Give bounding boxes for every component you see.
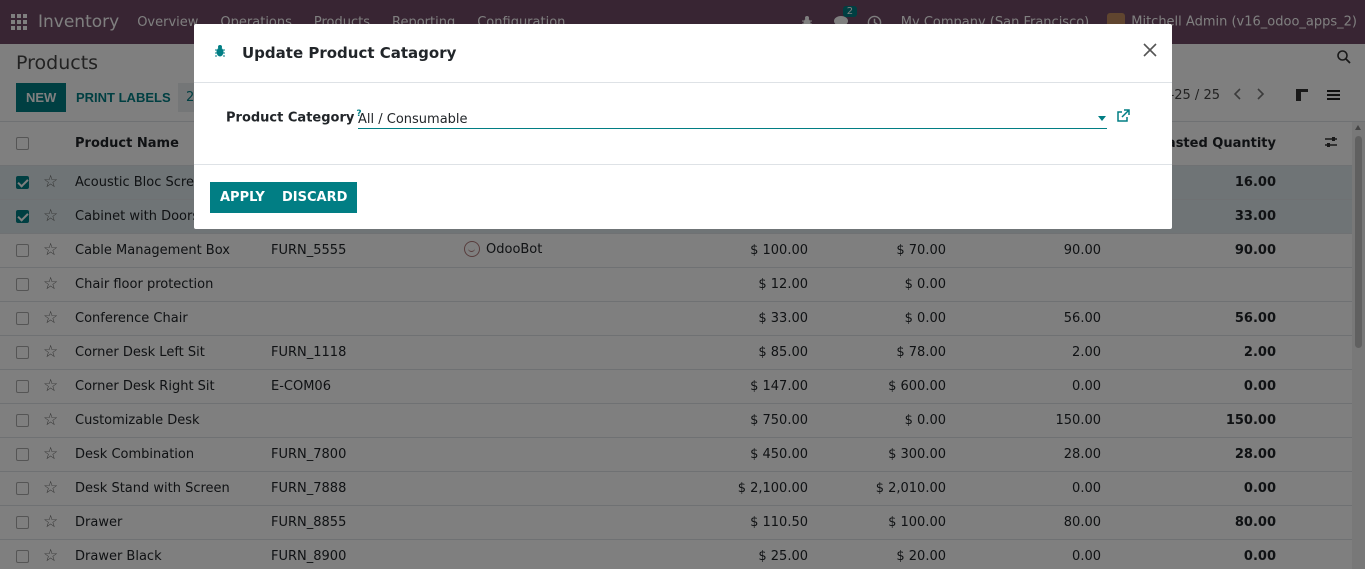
dropdown-caret-icon[interactable]: [1098, 116, 1106, 121]
bug-icon: [214, 44, 226, 62]
discard-button[interactable]: DISCARD: [272, 182, 358, 213]
dialog-body: Product Category?: [194, 83, 1172, 165]
product-category-label: Product Category?: [226, 109, 362, 125]
update-category-dialog: Update Product Catagory Product Category…: [194, 24, 1172, 229]
product-category-label-text: Product Category: [226, 110, 355, 126]
external-link-icon[interactable]: [1116, 109, 1130, 127]
dialog-footer: APPLY DISCARD: [194, 165, 1172, 228]
close-icon[interactable]: [1142, 42, 1158, 62]
product-category-input[interactable]: [358, 107, 1107, 129]
apply-button[interactable]: APPLY: [210, 182, 275, 213]
dialog-header: Update Product Catagory: [194, 24, 1172, 83]
dialog-title: Update Product Catagory: [242, 44, 457, 62]
